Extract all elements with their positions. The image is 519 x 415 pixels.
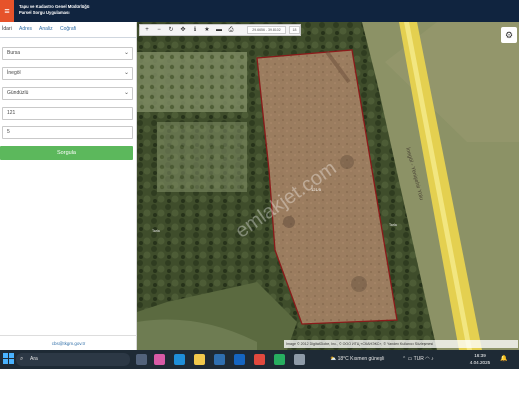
notification-bell-icon[interactable]: 🔔 (499, 354, 509, 364)
map-view[interactable]: emlakjet.com İnegöl - Yenişehir Yolu 121… (137, 22, 519, 350)
hamburger-icon[interactable]: ≡ (0, 0, 14, 22)
query-button[interactable]: Sorgula (0, 146, 133, 160)
parcel-input[interactable]: 5 (2, 126, 133, 139)
app-title-line2: Parsel Sorgu Uygulaması (19, 10, 70, 15)
store-icon[interactable] (214, 354, 225, 365)
volume-icon: ♪ (431, 356, 434, 362)
chevron-down-icon: ⌄ (123, 50, 129, 56)
windows-start-icon[interactable] (3, 353, 15, 365)
wifi-icon: ◠ (425, 356, 430, 362)
file-explorer-icon[interactable] (194, 354, 205, 365)
app-title: Tapu ve Kadastro Genel Müdürlüğü Parsel … (19, 4, 89, 16)
district-value: İnegöl (7, 70, 21, 76)
chevron-down-icon: ⌄ (123, 70, 129, 76)
outlook-icon[interactable] (234, 354, 245, 365)
sun-cloud-icon: ⛅ (330, 356, 338, 362)
copilot-icon[interactable] (154, 354, 165, 365)
info-icon[interactable]: ℹ (189, 25, 201, 35)
app-icon[interactable] (274, 354, 285, 365)
edge-icon[interactable] (174, 354, 185, 365)
neighborhood-select[interactable]: Gündüzlü ⌄ (2, 87, 133, 100)
coordinate-readout: 29.6656 - 39.8102 (247, 26, 286, 34)
taskbar: ⌕ Ara ⛅ 18°C Kısmen güneşli ⌃ ▭ TUR ◠ ♪ … (0, 350, 519, 369)
tab-adres[interactable]: Adres (19, 26, 32, 32)
search-placeholder: Ara (30, 356, 38, 362)
print-icon[interactable]: ⎙ (225, 25, 237, 35)
app-header: ≡ Tapu ve Kadastro Genel Müdürlüğü Parse… (0, 0, 519, 22)
province-value: Bursa (7, 50, 21, 56)
satellite-imagery: emlakjet.com (137, 22, 519, 350)
app-icon[interactable] (294, 354, 305, 365)
province-select[interactable]: Bursa ⌄ (2, 47, 133, 60)
place-label: Tarla (389, 223, 397, 227)
clock-time: 16:39 (474, 353, 486, 358)
minus-icon[interactable]: − (153, 25, 165, 35)
screen: ≡ Tapu ve Kadastro Genel Müdürlüğü Parse… (0, 0, 519, 415)
tab-analiz[interactable]: Analiz (39, 26, 53, 32)
weather-widget[interactable]: ⛅ 18°C Kısmen güneşli (330, 353, 384, 366)
clock-date: 4.04.2025 (469, 360, 491, 365)
task-view-icon[interactable] (136, 354, 147, 365)
neighborhood-value: Gündüzlü (7, 90, 29, 96)
taskbar-search[interactable]: ⌕ Ara (16, 353, 130, 366)
plus-icon[interactable]: + (141, 25, 153, 35)
block-value: 121 (7, 110, 16, 116)
tab-cografi[interactable]: Coğrafi (60, 26, 76, 32)
language-indicator: TUR (413, 356, 424, 362)
parcel-label: 121/5 (311, 187, 322, 192)
contact-email-link[interactable]: cbs@tkgm.gov.tr (0, 335, 137, 350)
system-tray[interactable]: ⌃ ▭ TUR ◠ ♪ (402, 353, 434, 366)
gear-icon[interactable]: ⚙ (501, 27, 517, 43)
sidebar: İdari Adres Analiz Coğrafi Bursa ⌄ İnegö… (0, 22, 137, 350)
parcel-value: 5 (7, 129, 10, 135)
chrome-icon[interactable] (254, 354, 265, 365)
refresh-icon[interactable]: ↻ (165, 25, 177, 35)
blank-area (0, 369, 519, 415)
search-icon: ⌕ (20, 356, 24, 362)
district-select[interactable]: İnegöl ⌄ (2, 67, 133, 80)
map-attribution: Image © 2012 DigitalGlobe, Inc., © ООО И… (284, 340, 518, 348)
ruler-icon[interactable]: ▬ (213, 25, 225, 35)
map-toolbar: + − ↻ ✥ ℹ ★ ▬ ⎙ 29.6656 - 39.8102 18 (139, 24, 301, 36)
zoom-level: 18 (289, 26, 300, 34)
taskbar-clock[interactable]: 16:39 4.04.2025 (468, 352, 492, 366)
block-input[interactable]: 121 (2, 107, 133, 120)
chevron-up-icon: ⌃ (402, 356, 407, 362)
tab-idari[interactable]: İdari (2, 26, 12, 32)
weather-text: 18°C Kısmen güneşli (337, 356, 385, 362)
crosshair-icon[interactable]: ✥ (177, 25, 189, 35)
star-icon[interactable]: ★ (201, 25, 213, 35)
place-label: Tarla (152, 229, 160, 233)
chevron-down-icon: ⌄ (123, 90, 129, 96)
sidebar-tabs: İdari Adres Analiz Coğrafi (0, 22, 137, 38)
